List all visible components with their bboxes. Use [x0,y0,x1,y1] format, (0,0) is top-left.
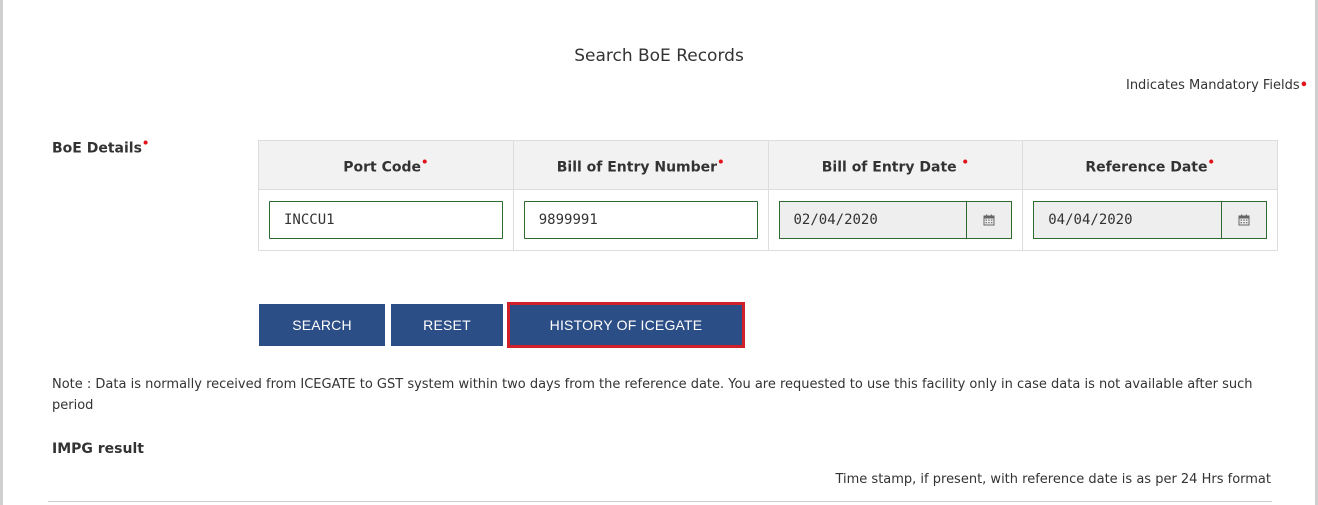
reference-date-picker [1033,201,1267,239]
reset-button[interactable]: RESET [391,304,503,346]
reference-date-input[interactable] [1034,202,1221,238]
data-availability-note: Note : Data is normally received from IC… [52,377,1253,413]
calendar-icon[interactable] [1221,202,1266,238]
header-label: Port Code [343,159,422,176]
header-reference-date: Reference Date• [1022,140,1278,190]
impg-result-heading: IMPG result [52,441,144,457]
cell-reference-date [1022,189,1278,251]
history-of-icegate-button[interactable]: HISTORY OF ICEGATE [507,302,745,348]
section-divider [48,501,1272,502]
page-title: Search BoE Records [574,46,744,66]
boe-date-picker [778,201,1013,239]
header-boe-date: Bill of Entry Date • [767,140,1024,190]
cell-boe-number [512,189,769,251]
required-marker: • [421,154,429,169]
cell-boe-date [767,189,1024,251]
boe-number-input[interactable] [523,201,758,239]
required-marker: • [1207,154,1215,169]
header-boe-number: Bill of Entry Number• [512,140,769,190]
table-header-row: Port Code• Bill of Entry Number• Bill of… [258,140,1278,190]
table-input-row [258,189,1278,251]
boe-details-text: BoE Details [52,140,142,157]
timestamp-format-note: Time stamp, if present, with reference d… [835,472,1271,487]
required-marker: • [141,136,150,150]
header-label: Bill of Entry Date [821,159,962,176]
mandatory-fields-note: Indicates Mandatory Fields• [1126,78,1308,93]
required-marker: • [1299,78,1308,93]
header-port-code: Port Code• [258,140,514,190]
boe-details-table: Port Code• Bill of Entry Number• Bill of… [258,140,1278,251]
window-left-border [0,0,3,505]
header-label: Reference Date [1085,159,1208,176]
mandatory-note-text: Indicates Mandatory Fields [1125,78,1300,93]
required-marker: • [961,154,969,169]
boe-details-label: BoE Details• [52,136,149,157]
required-marker: • [717,154,725,169]
header-label: Bill of Entry Number [556,159,718,176]
port-code-input[interactable] [269,201,503,239]
calendar-icon[interactable] [966,202,1012,238]
boe-date-input[interactable] [779,202,967,238]
cell-port-code [258,189,514,251]
search-button[interactable]: SEARCH [259,304,385,346]
